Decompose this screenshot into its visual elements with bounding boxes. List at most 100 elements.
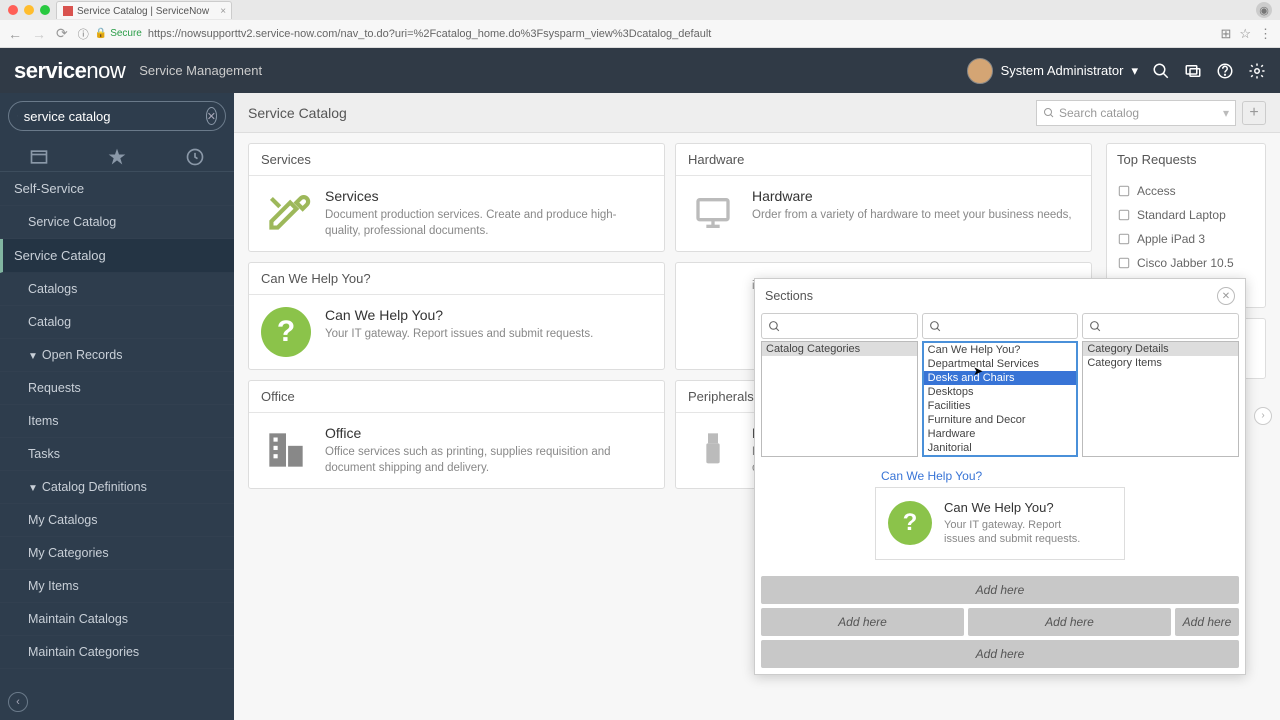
category-detail-option[interactable]: Category Items bbox=[1083, 356, 1238, 370]
catalog-card[interactable]: HardwareHardwareOrder from a variety of … bbox=[675, 143, 1092, 252]
preview-title: Can We Help You? bbox=[944, 500, 1084, 515]
col2-search[interactable] bbox=[922, 313, 1079, 339]
top-request-item[interactable]: Access bbox=[1107, 179, 1265, 203]
add-content-button[interactable]: + bbox=[1242, 101, 1266, 125]
search-icon[interactable] bbox=[1152, 62, 1170, 80]
card-desc: Office services such as printing, suppli… bbox=[325, 444, 652, 476]
sidebar-item[interactable]: Service Catalog bbox=[0, 239, 234, 273]
help-icon: ? bbox=[261, 307, 311, 357]
history-tab-icon[interactable] bbox=[185, 147, 205, 163]
preview-card: ? Can We Help You? Your IT gateway. Repo… bbox=[875, 487, 1125, 560]
item-icon bbox=[1117, 208, 1131, 222]
sidebar-item[interactable]: Tasks bbox=[0, 438, 234, 471]
chat-icon[interactable] bbox=[1184, 62, 1202, 80]
page-title: Service Catalog bbox=[248, 105, 347, 121]
filter-navigator[interactable]: ✕ bbox=[8, 101, 226, 131]
logo[interactable]: servicenow bbox=[14, 58, 125, 84]
tab-title: Service Catalog | ServiceNow bbox=[77, 6, 209, 17]
add-here-button[interactable]: Add here bbox=[968, 608, 1171, 636]
forward-icon: → bbox=[32, 26, 46, 42]
browser-profile-icon[interactable]: ◉ bbox=[1256, 2, 1272, 18]
user-menu[interactable]: System Administrator ▾ bbox=[967, 58, 1138, 84]
catalog-card[interactable]: ServicesServicesDocument production serv… bbox=[248, 143, 665, 252]
col3-search[interactable] bbox=[1082, 313, 1239, 339]
gear-icon[interactable] bbox=[1248, 62, 1266, 80]
sidebar-item[interactable]: Maintain Catalogs bbox=[0, 603, 234, 636]
category-option[interactable]: Desks and Chairs bbox=[924, 371, 1077, 385]
add-here-button[interactable]: Add here bbox=[761, 608, 964, 636]
col1-header: Catalog Categories bbox=[762, 342, 917, 356]
category-option[interactable]: Can We Help You? bbox=[924, 343, 1077, 357]
search-placeholder: Search catalog bbox=[1059, 106, 1139, 120]
menu-icon[interactable]: ⋮ bbox=[1259, 26, 1272, 42]
qr-icon[interactable]: ⊞ bbox=[1220, 26, 1231, 42]
card-title: Hardware bbox=[752, 188, 1072, 204]
sidebar-item[interactable]: My Catalogs bbox=[0, 504, 234, 537]
close-window-icon[interactable] bbox=[8, 5, 18, 15]
add-here-button[interactable]: Add here bbox=[761, 576, 1239, 604]
preview-link[interactable]: Can We Help You? bbox=[871, 465, 1245, 485]
bookmark-icon[interactable]: ☆ bbox=[1239, 26, 1251, 42]
minimize-window-icon[interactable] bbox=[24, 5, 34, 15]
sidebar-tabs bbox=[0, 139, 234, 172]
building-icon bbox=[261, 425, 311, 475]
app-header: servicenow Service Management System Adm… bbox=[0, 48, 1280, 93]
dialog-title: Sections bbox=[765, 289, 813, 303]
tools-icon bbox=[261, 188, 311, 238]
category-detail-option[interactable]: Category Details bbox=[1083, 342, 1238, 356]
category-option[interactable]: Janitorial bbox=[924, 441, 1077, 455]
category-option[interactable]: Hardware bbox=[924, 427, 1077, 441]
browser-tab[interactable]: Service Catalog | ServiceNow × bbox=[56, 1, 232, 19]
item-icon bbox=[1117, 232, 1131, 246]
col2-list[interactable]: Can We Help You?Departmental ServicesDes… bbox=[922, 341, 1079, 457]
item-icon bbox=[1117, 184, 1131, 198]
category-option[interactable]: Departmental Services bbox=[924, 357, 1077, 371]
expand-handle-icon[interactable]: › bbox=[1254, 407, 1272, 425]
filter-input[interactable] bbox=[24, 109, 200, 124]
search-icon bbox=[1043, 107, 1055, 119]
sidebar-item[interactable]: My Categories bbox=[0, 537, 234, 570]
category-option[interactable]: Laptops bbox=[924, 455, 1077, 457]
top-request-item[interactable]: Standard Laptop bbox=[1107, 203, 1265, 227]
add-here-button[interactable]: Add here bbox=[761, 640, 1239, 668]
item-icon bbox=[1117, 256, 1131, 270]
category-option[interactable]: Desktops bbox=[924, 385, 1077, 399]
sidebar-item[interactable]: My Items bbox=[0, 570, 234, 603]
category-option[interactable]: Facilities bbox=[924, 399, 1077, 413]
reload-icon[interactable]: ⟳ bbox=[56, 25, 68, 42]
maximize-window-icon[interactable] bbox=[40, 5, 50, 15]
help-icon[interactable] bbox=[1216, 62, 1234, 80]
sidebar-item[interactable]: Service Catalog bbox=[0, 206, 234, 239]
sidebar-item[interactable]: ▼Catalog Definitions bbox=[0, 471, 234, 504]
favorites-tab-icon[interactable] bbox=[107, 147, 127, 163]
nav-list: Self-ServiceService CatalogService Catal… bbox=[0, 172, 234, 720]
sidebar-item[interactable]: ▼Open Records bbox=[0, 339, 234, 372]
add-here-button[interactable]: Add here bbox=[1175, 608, 1239, 636]
sidebar-item[interactable]: Catalogs bbox=[0, 273, 234, 306]
tab-close-icon[interactable]: × bbox=[220, 6, 226, 17]
category-option[interactable]: Furniture and Decor bbox=[924, 413, 1077, 427]
back-icon[interactable]: ← bbox=[8, 26, 22, 42]
catalog-search[interactable]: Search catalog ▾ bbox=[1036, 100, 1236, 126]
chevron-down-icon[interactable]: ▾ bbox=[1223, 106, 1229, 120]
clear-filter-icon[interactable]: ✕ bbox=[206, 107, 217, 125]
sidebar-item[interactable]: Self-Service bbox=[0, 172, 234, 206]
collapse-sidebar-icon[interactable]: ‹ bbox=[8, 692, 28, 712]
preview-desc: Your IT gateway. Report issues and submi… bbox=[944, 518, 1084, 547]
top-request-item[interactable]: Cisco Jabber 10.5 bbox=[1107, 251, 1265, 275]
close-dialog-icon[interactable]: ✕ bbox=[1217, 287, 1235, 305]
card-section-title: Can We Help You? bbox=[249, 263, 664, 295]
sidebar-item[interactable]: Maintain Categories bbox=[0, 636, 234, 669]
url-field[interactable]: ⓘ 🔒 Secure https://nowsupporttv2.service… bbox=[78, 26, 1211, 42]
all-apps-tab-icon[interactable] bbox=[29, 147, 49, 163]
top-request-item[interactable]: Apple iPad 3 bbox=[1107, 227, 1265, 251]
col1-search[interactable] bbox=[761, 313, 918, 339]
sidebar-item[interactable]: Items bbox=[0, 405, 234, 438]
catalog-card[interactable]: Can We Help You??Can We Help You?Your IT… bbox=[248, 262, 665, 370]
col1-list[interactable]: Catalog Categories bbox=[761, 341, 918, 457]
sidebar-item[interactable]: Requests bbox=[0, 372, 234, 405]
panel-title: Top Requests bbox=[1107, 144, 1265, 175]
sidebar-item[interactable]: Catalog bbox=[0, 306, 234, 339]
col3-list[interactable]: Category DetailsCategory Items bbox=[1082, 341, 1239, 457]
catalog-card[interactable]: OfficeOfficeOffice services such as prin… bbox=[248, 380, 665, 489]
